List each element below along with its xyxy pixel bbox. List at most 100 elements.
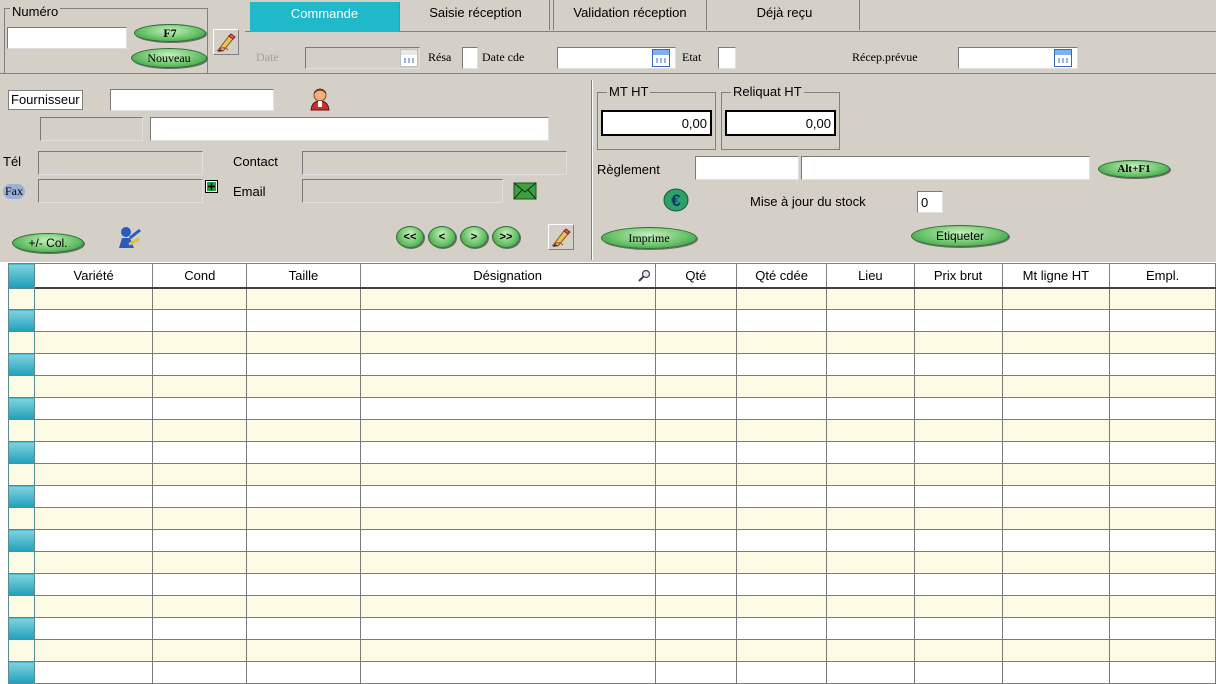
table-cell[interactable]: [152, 375, 248, 398]
resa-checkbox[interactable]: [462, 47, 478, 69]
table-cell[interactable]: [913, 595, 1003, 618]
table-cell[interactable]: [913, 397, 1003, 420]
table-cell[interactable]: [1001, 419, 1111, 442]
table-cell[interactable]: [736, 287, 828, 310]
table-cell[interactable]: [913, 287, 1003, 310]
table-cell[interactable]: [152, 529, 248, 552]
table-cell[interactable]: [826, 331, 915, 354]
table-cell[interactable]: [359, 419, 656, 442]
imprime-button[interactable]: Imprime: [601, 227, 697, 249]
table-row[interactable]: [8, 661, 1216, 684]
table-row[interactable]: [8, 551, 1216, 574]
table-cell[interactable]: [736, 397, 828, 420]
fournisseur-code-input[interactable]: [110, 89, 274, 111]
table-cell[interactable]: [826, 617, 915, 640]
fax-label[interactable]: Fax: [3, 184, 25, 199]
table-cell[interactable]: [359, 463, 656, 486]
table-row[interactable]: [8, 617, 1216, 640]
table-cell[interactable]: [1109, 463, 1216, 486]
row-selector[interactable]: [8, 639, 35, 662]
table-cell[interactable]: [33, 375, 154, 398]
tel-input[interactable]: [38, 151, 203, 175]
row-selector[interactable]: [8, 551, 35, 574]
row-selector[interactable]: [8, 331, 35, 354]
table-cell[interactable]: [33, 551, 154, 574]
table-cell[interactable]: [736, 419, 828, 442]
column-header-qte[interactable]: Qté: [654, 263, 738, 289]
table-cell[interactable]: [826, 529, 915, 552]
table-cell[interactable]: [1001, 551, 1111, 574]
table-cell[interactable]: [654, 529, 738, 552]
table-cell[interactable]: [736, 375, 828, 398]
table-cell[interactable]: [33, 485, 154, 508]
table-cell[interactable]: [1001, 375, 1111, 398]
table-cell[interactable]: [1109, 551, 1216, 574]
table-row[interactable]: [8, 507, 1216, 530]
table-cell[interactable]: [33, 507, 154, 530]
f7-button[interactable]: F7: [134, 24, 206, 42]
table-cell[interactable]: [826, 441, 915, 464]
table-cell[interactable]: [1001, 595, 1111, 618]
table-cell[interactable]: [826, 507, 915, 530]
table-cell[interactable]: [736, 331, 828, 354]
table-cell[interactable]: [152, 353, 248, 376]
row-selector-header[interactable]: [8, 263, 35, 289]
table-cell[interactable]: [826, 287, 915, 310]
table-cell[interactable]: [826, 375, 915, 398]
row-selector[interactable]: [8, 529, 35, 552]
table-row[interactable]: [8, 331, 1216, 354]
edit-supplier-button[interactable]: [548, 224, 574, 250]
column-header-mt-ligne-ht[interactable]: Mt ligne HT: [1001, 263, 1111, 289]
table-cell[interactable]: [1109, 595, 1216, 618]
table-cell[interactable]: [913, 353, 1003, 376]
table-cell[interactable]: [33, 309, 154, 332]
table-cell[interactable]: [913, 309, 1003, 332]
table-cell[interactable]: [359, 375, 656, 398]
table-row[interactable]: [8, 573, 1216, 596]
table-cell[interactable]: [33, 661, 154, 684]
table-cell[interactable]: [33, 441, 154, 464]
table-cell[interactable]: [913, 419, 1003, 442]
table-cell[interactable]: [359, 441, 656, 464]
table-cell[interactable]: [359, 397, 656, 420]
table-cell[interactable]: [654, 617, 738, 640]
next-record-button[interactable]: >: [460, 226, 488, 248]
etiqueter-button[interactable]: Etiqueter: [911, 225, 1009, 247]
table-cell[interactable]: [654, 573, 738, 596]
table-cell[interactable]: [359, 287, 656, 310]
table-cell[interactable]: [654, 353, 738, 376]
table-cell[interactable]: [33, 529, 154, 552]
toggle-columns-button[interactable]: +/- Col.: [12, 233, 84, 253]
table-cell[interactable]: [736, 639, 828, 662]
table-cell[interactable]: [654, 485, 738, 508]
table-cell[interactable]: [1001, 617, 1111, 640]
table-cell[interactable]: [359, 529, 656, 552]
table-cell[interactable]: [33, 617, 154, 640]
column-header-qte-cdee[interactable]: Qté cdée: [736, 263, 828, 289]
table-cell[interactable]: [246, 551, 361, 574]
table-cell[interactable]: [736, 573, 828, 596]
row-selector[interactable]: [8, 595, 35, 618]
table-row[interactable]: [8, 287, 1216, 310]
row-selector[interactable]: [8, 661, 35, 684]
table-cell[interactable]: [1109, 287, 1216, 310]
table-cell[interactable]: [246, 375, 361, 398]
table-cell[interactable]: [654, 441, 738, 464]
table-cell[interactable]: [1001, 529, 1111, 552]
table-cell[interactable]: [1001, 397, 1111, 420]
table-cell[interactable]: [1109, 397, 1216, 420]
table-cell[interactable]: [826, 595, 915, 618]
table-cell[interactable]: [359, 331, 656, 354]
table-cell[interactable]: [246, 441, 361, 464]
table-cell[interactable]: [33, 331, 154, 354]
table-cell[interactable]: [736, 485, 828, 508]
table-cell[interactable]: [736, 595, 828, 618]
table-cell[interactable]: [246, 661, 361, 684]
table-cell[interactable]: [1109, 353, 1216, 376]
table-cell[interactable]: [913, 573, 1003, 596]
table-cell[interactable]: [654, 551, 738, 574]
table-cell[interactable]: [913, 463, 1003, 486]
table-cell[interactable]: [33, 287, 154, 310]
add-fax-icon[interactable]: [205, 180, 218, 193]
stock-input[interactable]: [917, 191, 943, 213]
